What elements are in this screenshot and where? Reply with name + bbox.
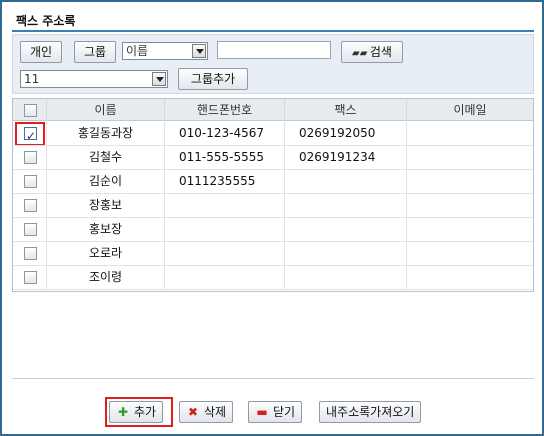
header-email[interactable]: 이메일 — [407, 99, 533, 121]
cell-name: 홍보장 — [47, 218, 165, 241]
header-fax[interactable]: 팩스 — [285, 99, 407, 121]
search-button-label: 검색 — [369, 45, 392, 59]
cell-checkbox — [13, 242, 47, 265]
fax-address-book-window: 팩스 주소록 개인 그룹 이름 ▰▰ 검색 11 그룹추가 이름 핸드폰번호 팩… — [0, 0, 544, 436]
add-button[interactable]: ✚ 추가 — [109, 401, 164, 423]
cell-name: 오로라 — [47, 242, 165, 265]
table-row[interactable]: 조이령 — [13, 266, 533, 290]
select-all-checkbox[interactable] — [24, 104, 37, 117]
cell-email — [407, 218, 533, 241]
table-row[interactable]: 오로라 — [13, 242, 533, 266]
search-button[interactable]: ▰▰ 검색 — [341, 41, 403, 63]
cell-fax — [285, 218, 407, 241]
row-checkbox[interactable] — [24, 175, 37, 188]
cell-phone: 010-123-4567 — [165, 122, 285, 145]
table-row[interactable]: 장홍보 — [13, 194, 533, 218]
cell-name: 장홍보 — [47, 194, 165, 217]
cell-checkbox — [13, 194, 47, 217]
address-table: 이름 핸드폰번호 팩스 이메일 홍길동과장010-123-45670269192… — [12, 98, 534, 292]
search-field-select[interactable]: 이름 — [122, 42, 208, 60]
cell-fax: 0269192050 — [285, 122, 407, 145]
window-title: 팩스 주소록 — [16, 14, 76, 28]
cell-phone — [165, 218, 285, 241]
cell-name: 김순이 — [47, 170, 165, 193]
cell-checkbox — [13, 218, 47, 241]
row-checkbox[interactable] — [24, 199, 37, 212]
cell-name: 홍길동과장 — [47, 122, 165, 145]
cell-email — [407, 146, 533, 169]
x-icon: ✖ — [187, 405, 199, 419]
select-all-cell — [13, 99, 47, 121]
cell-checkbox — [13, 170, 47, 193]
footer-divider — [12, 378, 534, 379]
cell-checkbox — [13, 146, 47, 169]
cell-fax — [285, 266, 407, 289]
cell-name: 조이령 — [47, 266, 165, 289]
add-button-label: 추가 — [134, 405, 157, 419]
cell-email — [407, 170, 533, 193]
cell-checkbox — [13, 266, 47, 289]
row-checkbox[interactable] — [24, 223, 37, 236]
header-name[interactable]: 이름 — [47, 99, 165, 121]
cell-phone: 0111235555 — [165, 170, 285, 193]
close-button-label: 닫기 — [273, 405, 296, 419]
group-select[interactable]: 11 — [20, 70, 168, 88]
plus-icon: ✚ — [117, 405, 129, 419]
delete-button-label: 삭제 — [204, 405, 227, 419]
group-select-value: 11 — [24, 72, 40, 86]
checkbox-highlight — [15, 122, 45, 145]
cell-phone — [165, 266, 285, 289]
search-field-select-value: 이름 — [126, 44, 149, 58]
title-divider — [12, 30, 534, 32]
cell-fax — [285, 170, 407, 193]
cell-email — [407, 122, 533, 145]
row-checkbox[interactable] — [24, 151, 37, 164]
close-button[interactable]: ▬ 닫기 — [248, 401, 303, 423]
cell-fax — [285, 194, 407, 217]
delete-button[interactable]: ✖ 삭제 — [179, 401, 234, 423]
import-address-book-button[interactable]: 내주소록가져오기 — [319, 401, 422, 423]
cell-email — [407, 242, 533, 265]
minus-icon: ▬ — [256, 405, 268, 419]
row-checkbox[interactable] — [24, 247, 37, 260]
add-group-button[interactable]: 그룹추가 — [178, 68, 248, 90]
cell-fax: 0269191234 — [285, 146, 407, 169]
cell-name: 김철수 — [47, 146, 165, 169]
header-phone[interactable]: 핸드폰번호 — [165, 99, 285, 121]
cell-checkbox — [13, 122, 47, 145]
table-row[interactable]: 홍보장 — [13, 218, 533, 242]
personal-button[interactable]: 개인 — [20, 41, 62, 63]
binoculars-icon: ▰▰ — [352, 48, 368, 59]
table-row[interactable]: 김순이 0111235555 — [13, 170, 533, 194]
cell-phone — [165, 194, 285, 217]
search-input[interactable] — [217, 41, 331, 59]
cell-email — [407, 194, 533, 217]
group-button[interactable]: 그룹 — [74, 41, 116, 63]
table-row[interactable]: 김철수 011-555-5555 0269191234 — [13, 146, 533, 170]
cell-phone: 011-555-5555 — [165, 146, 285, 169]
table-row[interactable]: 홍길동과장010-123-45670269192050 — [13, 122, 533, 146]
cell-fax — [285, 242, 407, 265]
cell-email — [407, 266, 533, 289]
chevron-down-icon — [192, 44, 206, 58]
cell-phone — [165, 242, 285, 265]
chevron-down-icon — [152, 72, 166, 86]
table-header: 이름 핸드폰번호 팩스 이메일 — [13, 99, 533, 121]
toolbar: 개인 그룹 이름 ▰▰ 검색 11 그룹추가 — [12, 34, 534, 94]
row-checkbox[interactable] — [24, 271, 37, 284]
